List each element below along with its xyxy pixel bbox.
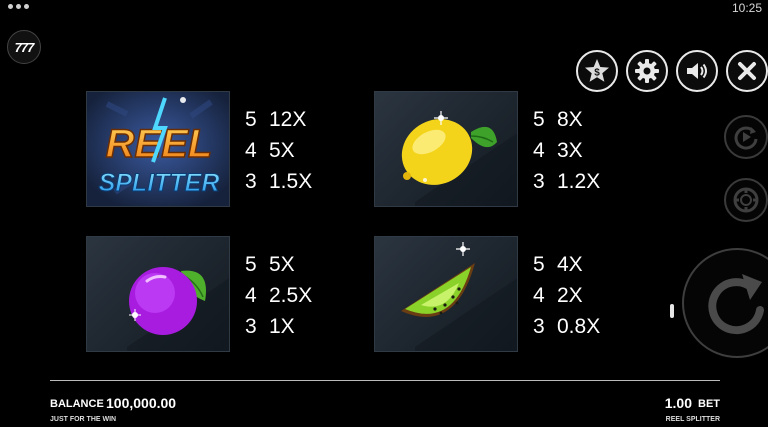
scroll-handle[interactable] bbox=[670, 304, 674, 318]
clock: 10:25 bbox=[731, 1, 762, 15]
footer-divider bbox=[50, 380, 720, 381]
bet-chip-button[interactable] bbox=[724, 178, 768, 222]
star-dollar-icon: $ bbox=[585, 59, 609, 82]
bet-value[interactable]: 1.00 bbox=[665, 395, 692, 411]
bet-label: BET bbox=[698, 398, 720, 410]
close-icon bbox=[738, 62, 756, 80]
paytable-kiwi: 5 4X 4 2X 3 0.8X bbox=[533, 249, 600, 342]
pay-row: 3 1.2X bbox=[533, 170, 601, 193]
pay-row: 5 8X bbox=[533, 108, 583, 131]
sound-button[interactable] bbox=[676, 50, 718, 92]
svg-text:$: $ bbox=[594, 68, 600, 79]
star-dollar-button[interactable]: $ bbox=[576, 50, 618, 92]
paytable-plum: 5 5X 4 2.5X 3 1X bbox=[245, 249, 312, 342]
pay-row: 3 1X bbox=[245, 315, 295, 338]
lemon-icon bbox=[401, 111, 517, 206]
pay-row: 5 4X bbox=[533, 253, 583, 276]
gear-icon bbox=[635, 59, 659, 83]
balance-value: 100,000.00 bbox=[106, 395, 177, 411]
pay-row: 4 2.5X bbox=[245, 284, 313, 307]
paytable-reel-splitter: 5 12X 4 5X 3 1.5X bbox=[245, 104, 312, 197]
menu-dots-icon[interactable] bbox=[8, 4, 29, 9]
logo-line-2: SPLITTER bbox=[99, 169, 220, 197]
settings-button[interactable] bbox=[626, 50, 668, 92]
pay-row: 5 5X bbox=[245, 253, 295, 276]
pay-row: 3 0.8X bbox=[533, 315, 601, 338]
autoplay-icon bbox=[734, 126, 758, 150]
spin-arrow-icon bbox=[708, 274, 764, 335]
speaker-icon bbox=[687, 63, 707, 79]
pay-row: 4 2X bbox=[533, 284, 583, 307]
paytable-lemon: 5 8X 4 3X 3 1.2X bbox=[533, 104, 600, 197]
balance-label: BALANCE bbox=[50, 398, 104, 410]
autoplay-button[interactable] bbox=[724, 115, 768, 159]
symbol-reel-splitter-logo: REEL SPLITTER bbox=[86, 91, 230, 207]
pay-row: 5 12X bbox=[245, 108, 307, 131]
brand-right: REEL SPLITTER bbox=[665, 416, 720, 423]
777-logo[interactable]: 777 bbox=[7, 30, 41, 64]
status-bar: 10:25 bbox=[0, 0, 768, 16]
pay-row: 4 5X bbox=[245, 139, 295, 162]
kiwi-icon bbox=[401, 242, 517, 351]
pay-row: 4 3X bbox=[533, 139, 583, 162]
symbol-lemon bbox=[374, 91, 518, 207]
plum-icon bbox=[127, 267, 229, 351]
pay-row: 3 1.5X bbox=[245, 170, 313, 193]
symbol-kiwi bbox=[374, 236, 518, 352]
symbol-plum bbox=[86, 236, 230, 352]
brand-left: JUST FOR THE WIN bbox=[50, 416, 117, 423]
close-button[interactable] bbox=[726, 50, 768, 92]
chip-icon bbox=[733, 187, 759, 213]
reel-splitter-logo-art: REEL SPLITTER bbox=[87, 92, 229, 206]
spin-button[interactable] bbox=[682, 248, 768, 358]
